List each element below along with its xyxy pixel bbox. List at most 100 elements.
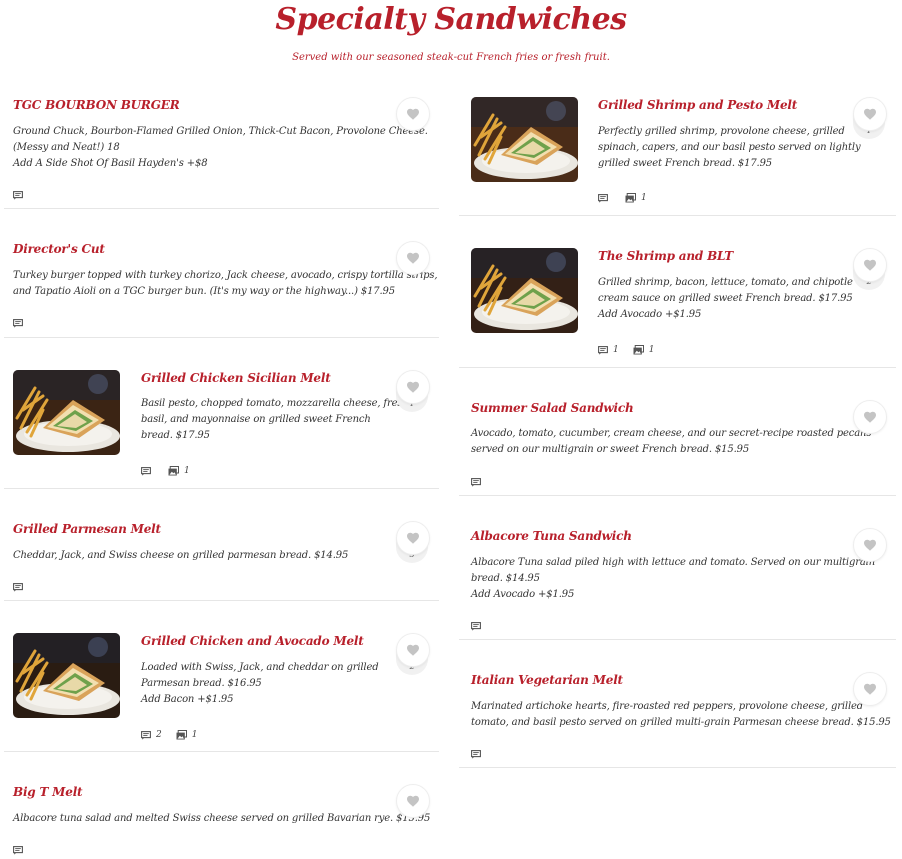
comment-icon[interactable] (13, 185, 23, 204)
comment-icon[interactable] (471, 472, 481, 491)
item-divider (4, 337, 439, 338)
menu-item-photo[interactable] (13, 633, 120, 718)
menu-item-description: Grilled shrimp, bacon, lettuce, tomato, … (598, 275, 853, 323)
menu-item-description: Perfectly grilled shrimp, provolone chee… (598, 124, 861, 172)
menu-item-meta: 1 (141, 460, 204, 476)
description-line: Loaded with Swiss, Jack, and cheddar on … (141, 662, 379, 673)
comment-icon[interactable] (141, 725, 151, 744)
photo-icon[interactable] (176, 725, 187, 744)
description-line: Add Avocado +$1.95 (598, 309, 702, 320)
description-line: Ground Chuck, Bourbon-Flamed Grilled Oni… (13, 126, 428, 137)
item-divider (4, 488, 439, 489)
menu-item-meta (471, 743, 498, 759)
favorite-button[interactable] (396, 97, 430, 131)
menu-item-name[interactable]: Grilled Parmesan Melt (13, 521, 161, 537)
comment-icon[interactable] (598, 340, 608, 359)
menu-item-description: Avocado, tomato, cucumber, cream cheese,… (471, 426, 871, 458)
heart-icon (407, 644, 419, 656)
page-subtitle: Served with our seasoned steak-cut Frenc… (292, 52, 610, 63)
comment-icon[interactable] (141, 461, 151, 480)
item-divider (4, 208, 439, 209)
comment-icon[interactable] (13, 313, 23, 332)
description-line: bread. $17.95 (141, 430, 210, 441)
comment-icon[interactable] (13, 840, 23, 859)
menu-item-name[interactable]: Grilled Chicken and Avocado Melt (141, 633, 364, 649)
comment-icon[interactable] (471, 744, 481, 763)
description-line: Add Bacon +$1.95 (141, 694, 234, 705)
menu-item-name[interactable]: Italian Vegetarian Melt (471, 672, 623, 688)
menu-item-meta: 11 (598, 339, 668, 355)
description-line: Cheddar, Jack, and Swiss cheese on grill… (13, 550, 349, 561)
heart-icon (864, 411, 876, 423)
description-line: Grilled shrimp, bacon, lettuce, tomato, … (598, 277, 853, 288)
menu-item-meta (13, 312, 40, 328)
menu-item-description: Albacore Tuna salad piled high with lett… (471, 555, 875, 603)
heart-icon (407, 252, 419, 264)
photo-icon[interactable] (625, 188, 637, 207)
heart-icon (864, 259, 876, 271)
menu-item-photo[interactable] (13, 370, 120, 455)
description-line: tomato, and basil pesto served on grille… (471, 717, 891, 728)
description-line: Avocado, tomato, cucumber, cream cheese,… (471, 428, 872, 439)
comment-count: 2 (156, 729, 162, 740)
menu-item-photo[interactable] (471, 248, 578, 333)
description-line: Albacore tuna salad and melted Swiss che… (13, 813, 431, 824)
page-title: Specialty Sandwiches (275, 2, 627, 37)
favorite-button[interactable] (396, 633, 430, 667)
menu-item-name[interactable]: Summer Salad Sandwich (471, 400, 634, 416)
favorite-button[interactable] (853, 528, 887, 562)
photo-count: 1 (184, 465, 190, 476)
menu-item-name[interactable]: Grilled Shrimp and Pesto Melt (598, 97, 797, 113)
menu-item-name[interactable]: Albacore Tuna Sandwich (471, 528, 632, 544)
description-line: basil, and mayonnaise on grilled sweet F… (141, 414, 371, 425)
menu-item-photo[interactable] (471, 97, 578, 182)
photo-icon[interactable] (168, 461, 180, 480)
description-line: Albacore Tuna salad piled high with lett… (471, 557, 876, 568)
heart-icon (407, 108, 419, 120)
description-line: cream sauce on grilled sweet French brea… (598, 293, 853, 304)
comment-icon[interactable] (471, 616, 481, 635)
menu-item-meta: 21 (141, 724, 211, 740)
menu-item-description: Cheddar, Jack, and Swiss cheese on grill… (13, 548, 348, 564)
menu-item-description: Loaded with Swiss, Jack, and cheddar on … (141, 660, 379, 708)
item-divider (459, 639, 896, 640)
photo-count: 1 (641, 192, 647, 203)
menu-item-name[interactable]: Grilled Chicken Sicilian Melt (141, 370, 331, 386)
comment-icon[interactable] (13, 577, 23, 596)
menu-item-meta (13, 576, 40, 592)
heart-icon (864, 683, 876, 695)
description-line: Parmesan bread. $16.95 (141, 678, 262, 689)
item-divider (459, 367, 896, 368)
menu-item-meta (13, 184, 40, 200)
description-line: Add Avocado +$1.95 (471, 589, 575, 600)
menu-item-description: Albacore tuna salad and melted Swiss che… (13, 811, 430, 827)
photo-icon[interactable] (633, 340, 644, 359)
menu-item-description: Basil pesto, chopped tomato, mozzarella … (141, 396, 409, 444)
item-divider (459, 767, 896, 768)
menu-item-name[interactable]: Director's Cut (13, 241, 105, 257)
favorite-button[interactable] (853, 672, 887, 706)
description-line: served on our multigrain or sweet French… (471, 444, 750, 455)
heart-icon (407, 532, 419, 544)
favorite-button[interactable] (853, 248, 887, 282)
comment-icon[interactable] (598, 188, 608, 207)
description-line: spinach, capers, and our basil pesto ser… (598, 142, 861, 153)
description-line: and Tapatio Aioli on a TGC burger bun. (… (13, 286, 395, 297)
item-divider (459, 495, 896, 496)
heart-icon (407, 795, 419, 807)
favorite-button[interactable] (396, 241, 430, 275)
favorite-button[interactable] (853, 400, 887, 434)
heart-icon (407, 381, 419, 393)
favorite-button[interactable] (853, 97, 887, 131)
favorite-button[interactable] (396, 521, 430, 555)
favorite-button[interactable] (396, 370, 430, 404)
photo-count: 1 (648, 344, 655, 355)
menu-item-name[interactable]: TGC BOURBON BURGER (13, 97, 180, 113)
menu-item-name[interactable]: The Shrimp and BLT (598, 248, 733, 264)
item-divider (4, 600, 439, 601)
menu-item-description: Turkey burger topped with turkey chorizo… (13, 268, 438, 300)
favorite-button[interactable] (396, 784, 430, 818)
menu-item-meta (471, 471, 498, 487)
menu-item-name[interactable]: Big T Melt (13, 784, 83, 800)
heart-icon (864, 108, 876, 120)
